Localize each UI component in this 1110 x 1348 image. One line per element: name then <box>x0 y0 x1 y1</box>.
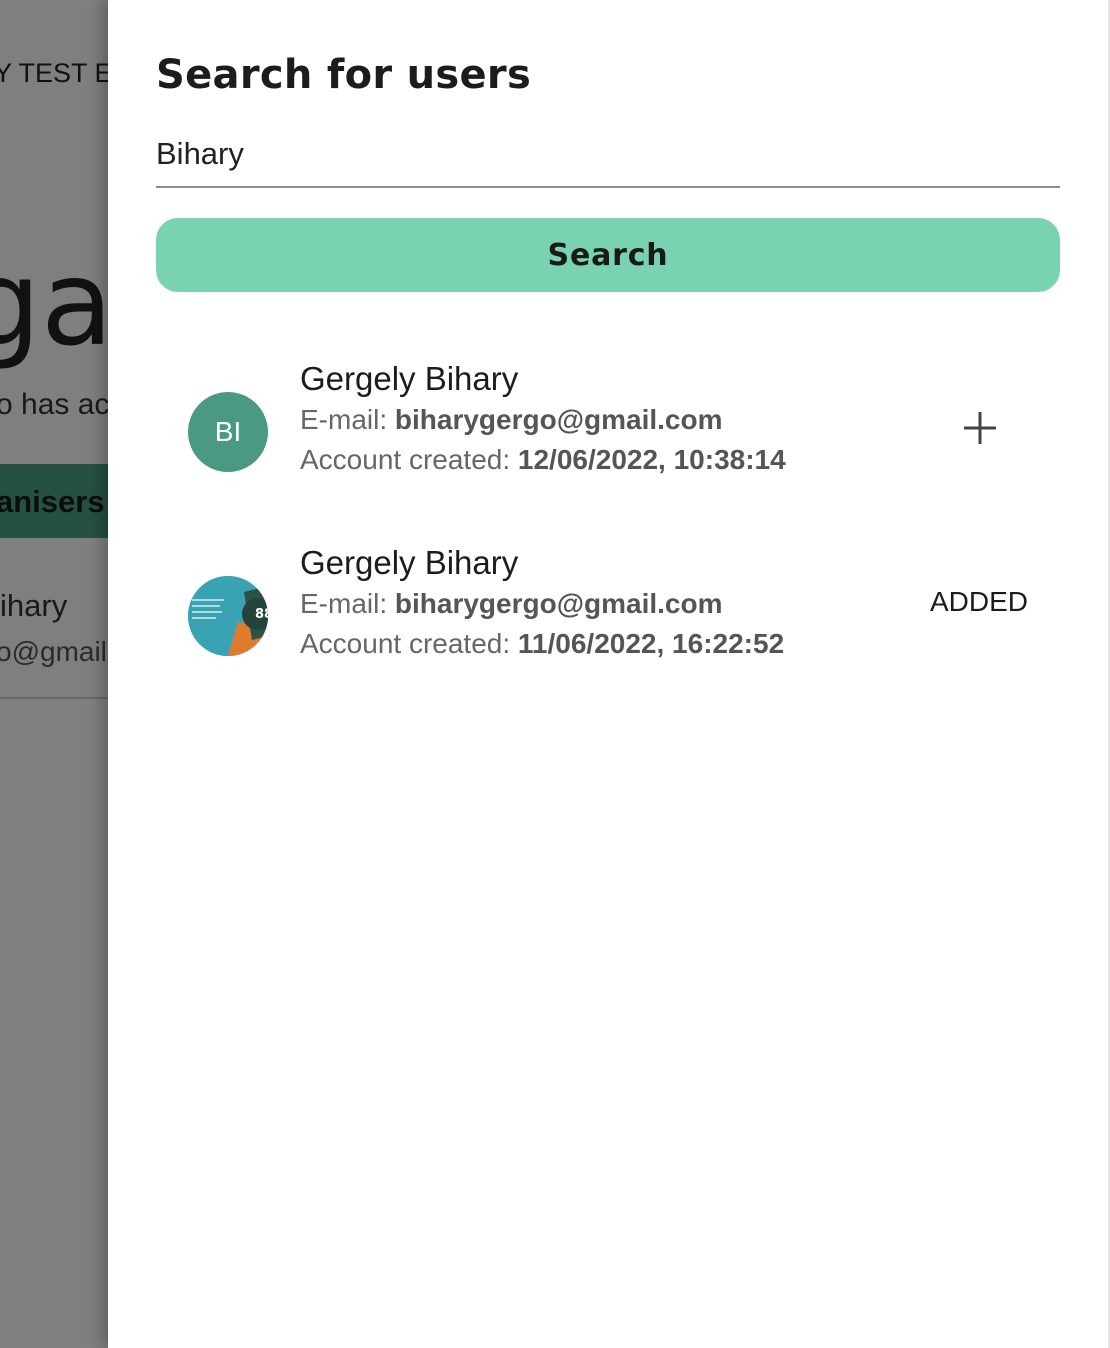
profile-photo-image: 88 <box>188 576 268 656</box>
user-email: biharygergo@gmail.com <box>394 404 723 435</box>
modal-backdrop[interactable] <box>0 0 108 1348</box>
account-created-label: Account created: <box>300 628 518 659</box>
account-created-label: Account created: <box>300 444 518 475</box>
user-email: biharygergo@gmail.com <box>394 588 723 619</box>
search-result-item: BI Gergely Bihary E-mail: biharygergo@gm… <box>156 360 1060 500</box>
add-user-button[interactable] <box>948 396 1012 460</box>
avatar-initials: BI <box>214 416 242 447</box>
search-users-drawer: Search for users Search BI Gergely Bihar… <box>108 0 1110 1348</box>
email-label: E-mail: <box>300 588 395 619</box>
search-button[interactable]: Search <box>156 218 1060 292</box>
email-label: E-mail: <box>300 404 395 435</box>
user-email-line: E-mail: biharygergo@gmail.com <box>300 588 723 620</box>
search-result-item: 88 Gergely Bihary E-mail: biharygergo@gm… <box>156 544 1060 684</box>
avatar: BI <box>188 392 268 472</box>
avatar: 88 <box>188 576 268 656</box>
user-name: Gergely Bihary <box>300 544 519 581</box>
added-status-label: ADDED <box>930 586 1029 617</box>
user-name: Gergely Bihary <box>300 360 519 397</box>
account-created-line: Account created: 12/06/2022, 10:38:14 <box>300 444 786 476</box>
plus-icon <box>964 412 996 444</box>
user-email-line: E-mail: biharygergo@gmail.com <box>300 404 723 436</box>
search-input[interactable] <box>156 126 1060 182</box>
account-created-value: 12/06/2022, 10:38:14 <box>517 444 786 475</box>
avatar-photo-text: 88 <box>255 607 268 622</box>
account-created-value: 11/06/2022, 16:22:52 <box>517 628 785 659</box>
drawer-title: Search for users <box>156 52 532 98</box>
account-created-line: Account created: 11/06/2022, 16:22:52 <box>300 628 784 660</box>
search-field <box>156 126 1060 188</box>
